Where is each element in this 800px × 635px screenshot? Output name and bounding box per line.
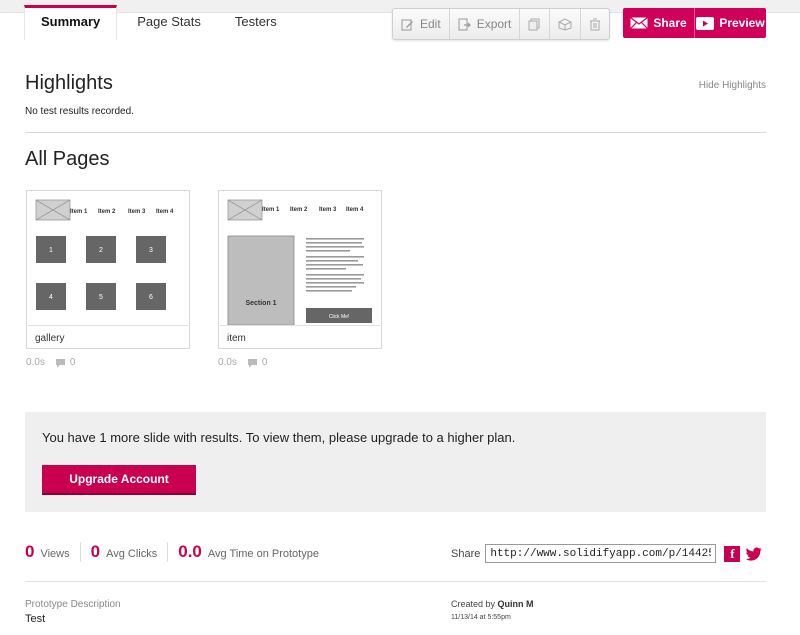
thumb-tile-label: 2 — [99, 247, 103, 254]
comment-icon — [55, 358, 65, 367]
share-preview-group: Share Preview — [623, 8, 766, 38]
thumb-button-label: Click Me! — [329, 314, 350, 320]
delete-button[interactable] — [581, 9, 609, 39]
thumb-tile-label: 1 — [49, 247, 53, 254]
thumb-nav-item: Item 4 — [346, 207, 364, 213]
created-author: Quinn M — [497, 599, 534, 609]
comment-icon — [247, 358, 257, 367]
tab-summary[interactable]: Summary — [24, 5, 118, 40]
avg-clicks-stat: 0 Avg Clicks — [91, 542, 169, 562]
page-time: 0.0s — [26, 357, 45, 368]
twitter-icon[interactable] — [746, 546, 762, 562]
no-results-text: No test results recorded. — [25, 106, 134, 117]
page-comments: 0 — [69, 357, 76, 368]
edit-label: Edit — [420, 17, 441, 31]
avg-time-value: 0.0 — [178, 542, 202, 561]
page-card-item[interactable]: Item 1 Item 2 Item 3 Item 4 Section 1 Cl… — [218, 190, 382, 349]
share-label: Share — [653, 16, 687, 30]
page-caption: item — [227, 333, 246, 344]
page-caption: gallery — [35, 333, 65, 344]
play-icon — [696, 16, 715, 30]
thumb-nav-item: Item 4 — [156, 209, 174, 215]
views-value: 0 — [25, 542, 35, 561]
toolbar: Edit Export — [392, 8, 611, 40]
thumb-tile-label: 6 — [149, 294, 153, 301]
avg-clicks-label: Avg Clicks — [106, 548, 158, 560]
pencil-icon — [401, 19, 413, 30]
prototype-stats: 0 Views 0 Avg Clicks 0.0 Avg Time on Pro… — [25, 542, 339, 568]
created-prefix: Created by — [451, 599, 496, 609]
avg-time-stat: 0.0 Avg Time on Prototype — [178, 542, 329, 562]
upgrade-account-button[interactable]: Upgrade Account — [42, 465, 196, 495]
all-pages-title: All Pages — [25, 148, 110, 170]
preview-label: Preview — [719, 16, 765, 30]
page-stats-item: 0.0s 0 — [218, 357, 267, 368]
thumb-section-label: Section 1 — [245, 300, 276, 307]
page-time: 0.0s — [218, 357, 237, 368]
highlights-title: Highlights — [25, 72, 113, 94]
divider — [25, 132, 766, 133]
tab-testers[interactable]: Testers — [221, 14, 291, 40]
description-value: Test — [25, 613, 46, 625]
thumb-nav-item: Item 2 — [290, 207, 308, 213]
page-card-gallery[interactable]: Item 1 Item 2 Item 3 Item 4 1 2 3 4 5 6 … — [26, 190, 190, 349]
thumb-nav-item: Item 2 — [98, 209, 116, 215]
upgrade-panel: You have 1 more slide with results. To v… — [25, 412, 766, 512]
package-button[interactable] — [550, 9, 582, 39]
share-row: Share f — [451, 544, 762, 563]
views-stat: 0 Views — [25, 542, 81, 562]
share-url-field[interactable] — [485, 544, 717, 563]
upgrade-message: You have 1 more slide with results. To v… — [42, 430, 516, 445]
item-wireframe: Item 1 Item 2 Item 3 Item 4 Section 1 Cl… — [227, 199, 372, 325]
share-url-label: Share — [451, 547, 481, 560]
thumb-nav-item: Item 1 — [70, 209, 88, 215]
thumb-nav-item: Item 3 — [128, 209, 146, 215]
thumb-tile-label: 4 — [49, 294, 53, 301]
thumb-nav-item: Item 1 — [262, 207, 280, 213]
export-label: Export — [476, 17, 512, 31]
preview-button[interactable]: Preview — [695, 8, 766, 38]
copy-icon — [528, 18, 540, 30]
thumb-tile-label: 5 — [99, 294, 103, 301]
avg-clicks-value: 0 — [90, 542, 101, 561]
share-button[interactable]: Share — [623, 8, 695, 38]
created-date: 11/13/14 at 5:55pm — [451, 614, 511, 621]
created-by: Created by Quinn M — [451, 599, 534, 609]
page-comments: 0 — [261, 357, 268, 368]
envelope-icon — [630, 17, 649, 29]
gallery-wireframe: Item 1 Item 2 Item 3 Item 4 1 2 3 4 5 6 — [35, 199, 174, 310]
thumb-nav-item: Item 3 — [319, 207, 337, 213]
edit-button[interactable]: Edit — [393, 9, 450, 39]
page-thumbnail: Item 1 Item 2 Item 3 Item 4 Section 1 Cl… — [220, 192, 380, 326]
export-icon — [458, 18, 471, 30]
hide-highlights-link[interactable]: Hide Highlights — [699, 80, 766, 91]
copy-button[interactable] — [520, 9, 551, 39]
tab-bar: Summary Page Stats Testers — [24, 5, 297, 40]
views-label: Views — [40, 548, 70, 560]
tab-page-stats[interactable]: Page Stats — [123, 14, 215, 40]
facebook-icon[interactable]: f — [724, 545, 741, 562]
thumb-tile-label: 3 — [149, 247, 153, 254]
page-thumbnail: Item 1 Item 2 Item 3 Item 4 1 2 3 4 5 6 — [28, 192, 188, 326]
package-icon — [558, 17, 572, 31]
divider — [25, 581, 766, 582]
export-button[interactable]: Export — [450, 9, 521, 39]
avg-time-label: Avg Time on Prototype — [207, 548, 319, 560]
page-stats-gallery: 0.0s 0 — [26, 357, 75, 368]
description-label: Prototype Description — [25, 599, 121, 610]
trash-icon — [590, 18, 601, 30]
